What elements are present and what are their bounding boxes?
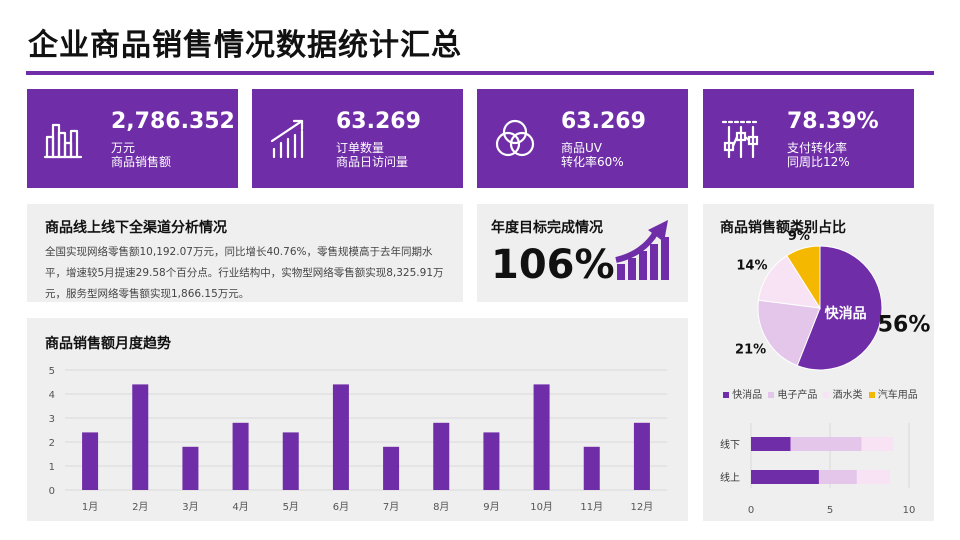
bar	[483, 432, 500, 490]
page-title: 企业商品销售情况数据统计汇总	[28, 28, 462, 63]
category-pie-chart: 56% 21% 14% 9% 快消品	[735, 229, 931, 371]
x-tick-label: 1月	[82, 501, 98, 513]
x-tick-label: 9月	[483, 501, 499, 513]
kpi-card-uv: 63.269 商品UV 转化率60%	[477, 89, 688, 188]
y-category-label: 线下	[720, 438, 740, 451]
legend-item: 快消品	[723, 386, 762, 401]
legend-item: 汽车用品	[868, 386, 918, 401]
legend-swatch	[823, 392, 830, 398]
title-divider	[26, 71, 934, 75]
analysis-text: 全国实现网络零售额10,192.07万元，同比增长40.76%，零售规模高于去年…	[45, 246, 444, 300]
x-tick-label: 10月	[530, 501, 553, 513]
kpi-label: 转化率60%	[561, 155, 624, 169]
bar	[332, 384, 349, 490]
bar	[533, 384, 550, 490]
bar	[282, 432, 299, 490]
x-tick-label: 2月	[132, 501, 148, 513]
pie-value-label: 56%	[878, 313, 931, 338]
y-tick-label: 5	[49, 366, 55, 377]
x-tick-label: 8月	[433, 501, 449, 513]
x-tick-label: 4月	[232, 501, 248, 513]
y-tick-label: 3	[49, 414, 55, 425]
stacked-bar-segment	[751, 437, 791, 451]
trend-up-icon	[270, 119, 304, 159]
legend-label: 酒水类	[832, 390, 863, 401]
monthly-trend-panel: 商品销售额月度趋势 0 1 2 3 4 5 1月 2月 3月 4月 5月 6月 7月 8月 9月 10月 11月…	[27, 318, 688, 521]
stacked-bar-segment	[856, 470, 891, 484]
bar	[132, 384, 149, 490]
bar	[633, 422, 650, 490]
x-tick-label: 10	[903, 505, 916, 516]
y-tick-label: 1	[49, 462, 55, 473]
kpi-label: 同周比12%	[787, 155, 850, 169]
x-tick-label: 7月	[383, 501, 399, 513]
x-tick-label: 12月	[631, 501, 654, 513]
kpi-label: 商品日访问量	[336, 155, 409, 169]
bar	[383, 446, 400, 490]
y-tick-label: 4	[49, 390, 55, 401]
kpi-card-sales: 2,786.352 万元 商品销售额	[27, 89, 238, 188]
x-tick-label: 6月	[333, 501, 349, 513]
kpi-value: 2,786.352	[111, 109, 235, 134]
monthly-trend-chart: 0 1 2 3 4 5 1月 2月 3月 4月 5月 6月 7月 8月 9月 10月 11月 12月	[49, 366, 667, 513]
x-tick-label: 3月	[182, 501, 198, 513]
pie-value-label: 14%	[736, 258, 767, 273]
y-tick-label: 2	[49, 438, 55, 449]
x-tick-label: 0	[748, 505, 754, 516]
analysis-panel: 商品线上线下全渠道分析情况 全国实现网络零售额10,192.07万元，同比增长4…	[27, 204, 463, 302]
growth-arrow-icon	[615, 220, 669, 280]
pie-inner-label: 快消品	[825, 305, 867, 322]
target-value: 106%	[491, 242, 615, 288]
legend-swatch	[723, 392, 729, 398]
x-tick-label: 5月	[283, 501, 299, 513]
stacked-bar-segment	[818, 470, 857, 484]
legend-item: 酒水类	[823, 386, 863, 401]
legend-item: 电子产品	[768, 386, 817, 401]
y-category-label: 线上	[720, 471, 740, 484]
kpi-value: 78.39%	[787, 109, 879, 134]
kpi-value: 63.269	[336, 109, 421, 134]
legend-swatch	[768, 392, 775, 398]
kpi-card-payment: 78.39% 支付转化率 同周比12%	[703, 89, 914, 188]
target-title: 年度目标完成情况	[491, 220, 603, 236]
pie-value-label: 21%	[735, 343, 766, 358]
kpi-card-orders: 63.269 订单数量 商品日访问量	[252, 89, 463, 188]
kpi-label: 商品销售额	[111, 155, 172, 169]
bar	[232, 422, 249, 490]
legend-swatch	[868, 392, 875, 398]
bar	[82, 432, 99, 490]
y-tick-label: 0	[49, 486, 55, 497]
legend-label: 汽车用品	[877, 390, 918, 401]
bar	[433, 422, 450, 490]
legend-label: 快消品	[732, 390, 763, 401]
venn-circles-icon	[495, 119, 535, 157]
stacked-bar-segment	[751, 470, 819, 484]
bar	[583, 446, 600, 490]
bar-chart-icon	[43, 123, 83, 159]
slider-controls-icon	[721, 120, 761, 159]
channel-stacked-bar-chart: 0 5 10 线下线上	[720, 423, 916, 516]
x-tick-label: 11月	[580, 501, 603, 513]
x-tick-label: 5	[827, 505, 833, 516]
pie-legend: 快消品 电子产品 酒水类 汽车用品	[723, 386, 918, 401]
category-share-panel: 商品销售额类别占比 56% 21% 14% 9% 快消品 快消品 电子产品 酒水类 汽车…	[703, 204, 934, 521]
kpi-value: 63.269	[561, 109, 646, 134]
stacked-bar-segment	[790, 437, 862, 451]
stacked-bar-segment	[861, 437, 894, 451]
legend-label: 电子产品	[777, 390, 818, 401]
analysis-title: 商品线上线下全渠道分析情况	[45, 220, 227, 236]
pie-value-label: 9%	[788, 229, 810, 244]
target-panel: 年度目标完成情况 106%	[477, 204, 688, 302]
bar	[182, 446, 199, 490]
